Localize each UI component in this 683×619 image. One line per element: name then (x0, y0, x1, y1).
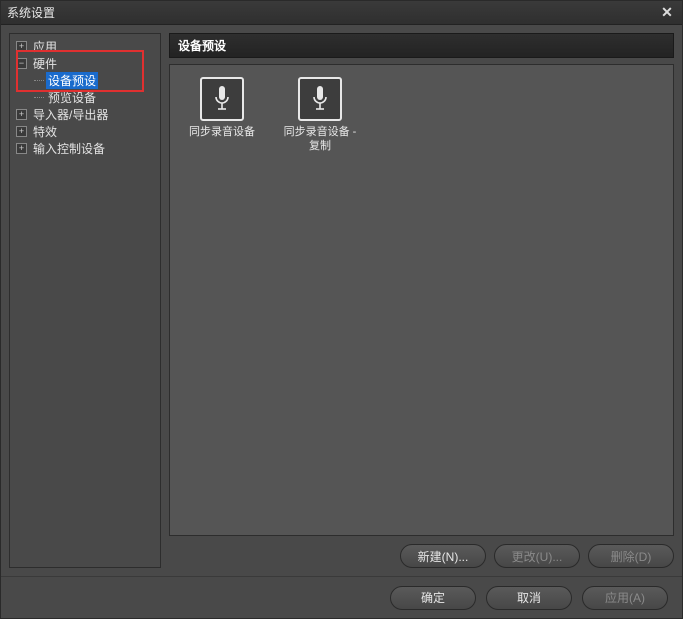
delete-button[interactable]: 删除(D) (588, 544, 674, 568)
window-title: 系统设置 (7, 4, 55, 21)
titlebar: 系统设置 ✕ (1, 1, 682, 25)
preset-item[interactable]: 同步录音设备 (182, 77, 262, 153)
new-button[interactable]: 新建(N)... (400, 544, 486, 568)
expand-icon[interactable]: + (16, 41, 27, 52)
change-button[interactable]: 更改(U)... (494, 544, 580, 568)
microphone-icon (298, 77, 342, 121)
tree-label: 特效 (31, 123, 59, 140)
settings-window: 系统设置 ✕ + 应用 − 硬件 设备预设 预览设备 + 导入器/导出器 (0, 0, 683, 619)
tree-label: 导入器/导出器 (31, 106, 110, 123)
tree-item-effects[interactable]: + 特效 (12, 123, 158, 140)
expand-icon[interactable]: + (16, 126, 27, 137)
expand-icon[interactable]: + (16, 109, 27, 120)
tree-label: 输入控制设备 (31, 140, 107, 157)
preset-item[interactable]: 同步录音设备 - 复制 (280, 77, 360, 153)
microphone-icon (200, 77, 244, 121)
preset-list: 同步录音设备 同步录音设备 - 复制 (169, 64, 674, 536)
preset-label: 同步录音设备 (189, 125, 255, 139)
preset-label: 同步录音设备 - 复制 (280, 125, 360, 153)
cancel-button[interactable]: 取消 (486, 586, 572, 610)
main-panel: 设备预设 同步录音设备 同步录音设备 - 复制 新建(N)... 更改 (169, 33, 674, 568)
dialog-footer: 确定 取消 应用(A) (1, 576, 682, 618)
expand-icon[interactable]: + (16, 143, 27, 154)
tree-label: 硬件 (31, 55, 59, 72)
tree-label: 应用 (31, 38, 59, 55)
preset-buttons: 新建(N)... 更改(U)... 删除(D) (169, 542, 674, 568)
tree-label: 预览设备 (46, 89, 98, 106)
collapse-icon[interactable]: − (16, 58, 27, 69)
close-icon[interactable]: ✕ (658, 4, 676, 22)
tree-item-device-preset[interactable]: 设备预设 (12, 72, 158, 89)
window-body: + 应用 − 硬件 设备预设 预览设备 + 导入器/导出器 + 特效 + (1, 25, 682, 576)
tree-item-input-control[interactable]: + 输入控制设备 (12, 140, 158, 157)
ok-button[interactable]: 确定 (390, 586, 476, 610)
tree-item-app[interactable]: + 应用 (12, 38, 158, 55)
panel-title: 设备预设 (169, 33, 674, 58)
sidebar-tree: + 应用 − 硬件 设备预设 预览设备 + 导入器/导出器 + 特效 + (9, 33, 161, 568)
apply-button[interactable]: 应用(A) (582, 586, 668, 610)
tree-item-preview-device[interactable]: 预览设备 (12, 89, 158, 106)
tree-item-importer[interactable]: + 导入器/导出器 (12, 106, 158, 123)
tree-item-hardware[interactable]: − 硬件 (12, 55, 158, 72)
tree-label: 设备预设 (46, 72, 98, 89)
